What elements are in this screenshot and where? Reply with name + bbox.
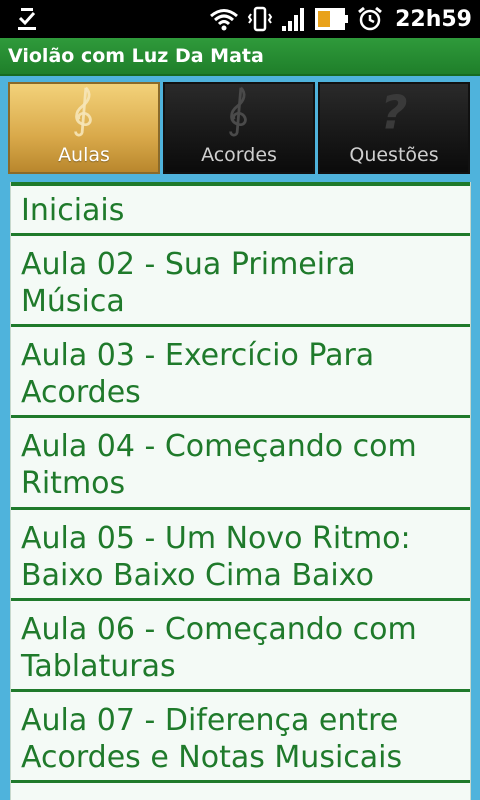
wifi-icon: [210, 9, 239, 31]
list-item[interactable]: Aula 05 - Um Novo Ritmo: Baixo Baixo Cim…: [11, 510, 470, 601]
list-item[interactable]: Aula 06 - Começando com Tablaturas: [11, 601, 470, 692]
question-mark-icon: ?: [380, 86, 407, 138]
clock-time: 22h59: [395, 6, 472, 32]
signal-icon: [282, 8, 305, 31]
treble-clef-gold-icon: [74, 86, 92, 137]
list-item[interactable]: Aula 04 - Começando com Ritmos: [11, 418, 470, 510]
list-item-label: Aula 06 - Começando com Tablaturas: [21, 612, 417, 684]
status-bar: 22h59: [0, 0, 480, 38]
list-item[interactable]: Aula 07 - Diferença entre Acordes e Nota…: [11, 692, 470, 783]
app-title-bar: Violão com Luz Da Mata: [0, 38, 480, 76]
list-item-label: Aula 05 - Um Novo Ritmo: Baixo Baixo Cim…: [21, 521, 411, 593]
treble-clef-icon: [229, 86, 247, 137]
tab-aulas[interactable]: Aulas: [8, 82, 160, 174]
download-done-icon: [18, 8, 36, 30]
svg-text:?: ?: [380, 86, 407, 138]
list-item-label: Aula 07 - Diferença entre Acordes e Nota…: [21, 703, 403, 775]
alarm-icon: [358, 6, 383, 31]
tab-label-questoes: Questões: [349, 144, 439, 166]
list-item-label: Aula 03 - Exercício Para Acordes: [21, 338, 375, 410]
tab-label-aulas: Aulas: [58, 144, 110, 166]
list-item[interactable]: Aula 02 - Sua Primeira Música: [11, 236, 470, 327]
app-title: Violão com Luz Da Mata: [8, 45, 264, 67]
vibrate-icon: [247, 6, 273, 32]
list-item-label: Aula 04 - Começando com Ritmos: [21, 429, 417, 501]
tab-acordes[interactable]: Acordes: [163, 82, 315, 174]
tab-questoes[interactable]: ? Questões: [318, 82, 470, 174]
status-icons: 22h59: [209, 0, 472, 38]
tab-label-acordes: Acordes: [201, 144, 277, 166]
list-item-label: Aula 02 - Sua Primeira Música: [21, 247, 356, 319]
tab-bar: Aulas Acordes ? Questões: [0, 76, 480, 180]
list-item[interactable]: Aula 03 - Exercício Para Acordes: [11, 327, 470, 418]
list-item[interactable]: Iniciais: [11, 186, 470, 236]
lesson-list: Iniciais Aula 02 - Sua Primeira Música A…: [10, 182, 471, 800]
battery-icon: [315, 8, 349, 30]
list-item-label: Iniciais: [21, 193, 125, 228]
